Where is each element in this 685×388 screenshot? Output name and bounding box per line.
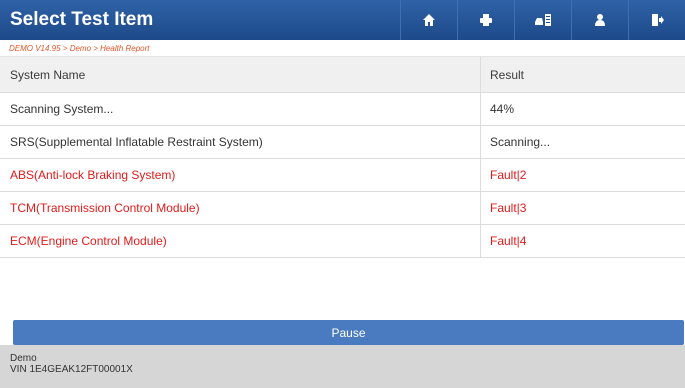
result-cell: Fault|4 [490, 234, 527, 248]
page-title: Select Test Item [10, 9, 154, 30]
system-name-cell: ECM(Engine Control Module) [0, 225, 481, 257]
system-name-cell: Scanning System... [0, 93, 481, 125]
user-button[interactable] [571, 0, 628, 40]
system-name-cell: ABS(Anti-lock Braking System) [0, 159, 481, 191]
top-bar: Select Test Item [0, 0, 685, 40]
table-row[interactable]: SRS(Supplemental Inflatable Restraint Sy… [0, 126, 685, 159]
system-name-cell: SRS(Supplemental Inflatable Restraint Sy… [0, 126, 481, 158]
print-button[interactable] [457, 0, 514, 40]
table-row[interactable]: Scanning System... 44% [0, 93, 685, 126]
report-button[interactable] [514, 0, 571, 40]
result-cell: Fault|3 [490, 201, 527, 215]
result-cell: Fault|2 [490, 168, 527, 182]
home-icon [423, 14, 435, 26]
column-header-result: Result [490, 67, 525, 82]
print-icon [480, 14, 492, 26]
user-icon [595, 14, 605, 26]
result-cell: Scanning... [490, 135, 551, 149]
table-row[interactable]: TCM(Transmission Control Module) Fault|3 [0, 192, 685, 225]
exit-button[interactable] [628, 0, 685, 40]
vin-label: VIN 1E4GEAK12FT00001X [10, 364, 133, 375]
home-button[interactable] [400, 0, 457, 40]
result-cell: 44% [490, 102, 515, 116]
breadcrumb: DEMO V14.95 > Demo > Health Report [0, 40, 685, 57]
exit-icon [652, 14, 664, 26]
pause-button[interactable]: Pause [13, 320, 684, 345]
system-name-cell: TCM(Transmission Control Module) [0, 192, 481, 224]
column-header-system-name: System Name [0, 57, 481, 92]
table-row[interactable]: ABS(Anti-lock Braking System) Fault|2 [0, 159, 685, 192]
table-row[interactable]: ECM(Engine Control Module) Fault|4 [0, 225, 685, 258]
vehicle-info-footer: Demo VIN 1E4GEAK12FT00001X [0, 345, 685, 388]
results-table: System Name Result Scanning System... 44… [0, 57, 685, 258]
car-report-icon [535, 14, 551, 26]
vehicle-make-label: Demo [10, 353, 37, 364]
table-header: System Name Result [0, 57, 685, 93]
